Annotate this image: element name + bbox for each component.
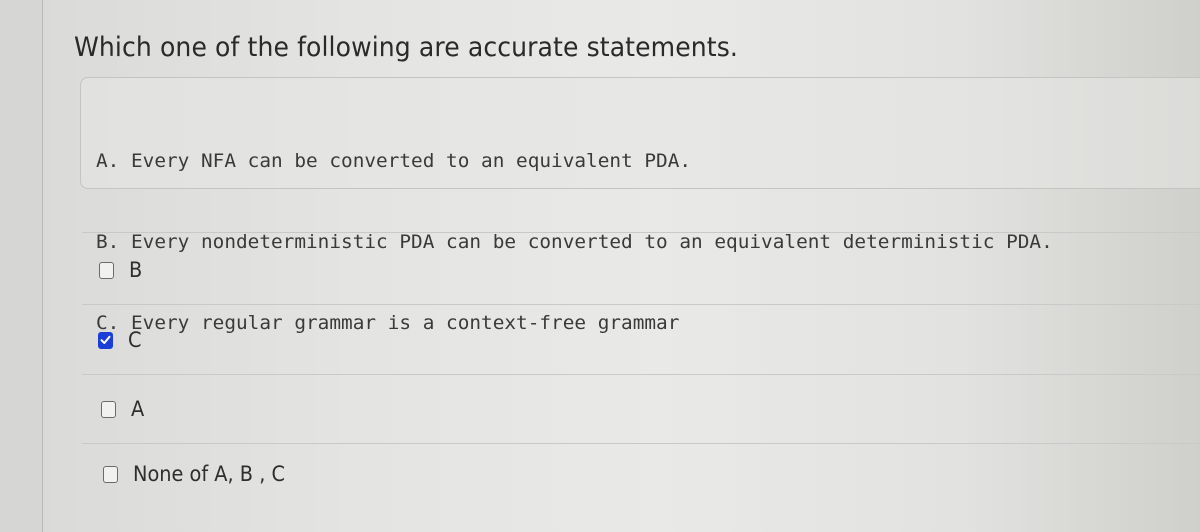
option-label: C <box>128 328 142 352</box>
page-left-margin <box>0 0 43 532</box>
option-label: None of A, B , C <box>133 462 285 486</box>
checkbox-unchecked-icon[interactable] <box>99 261 114 279</box>
statements-list: A. Every NFA can be converted to an equi… <box>96 94 1053 364</box>
option-label: B <box>129 258 143 282</box>
checkbox-unchecked-icon[interactable] <box>101 400 116 418</box>
question-title: Which one of the following are accurate … <box>74 32 738 64</box>
answer-option-c[interactable]: C <box>98 328 143 352</box>
answer-option-b[interactable]: B <box>99 258 143 282</box>
checkbox-checked-icon[interactable] <box>98 331 113 349</box>
option-divider <box>82 232 1200 233</box>
answer-option-none[interactable]: None of A, B , C <box>103 462 298 486</box>
checkbox-unchecked-icon[interactable] <box>103 465 118 483</box>
option-divider <box>82 374 1200 375</box>
option-label: A <box>131 397 145 421</box>
checkmark-icon <box>100 335 111 344</box>
statement-a: A. Every NFA can be converted to an equi… <box>96 150 692 172</box>
statement-b: B. Every nondeterministic PDA can be con… <box>96 231 1053 253</box>
option-divider <box>82 304 1200 305</box>
statement-c: C. Every regular grammar is a context-fr… <box>96 312 680 334</box>
option-divider <box>82 443 1200 444</box>
answer-option-a[interactable]: A <box>101 397 145 421</box>
